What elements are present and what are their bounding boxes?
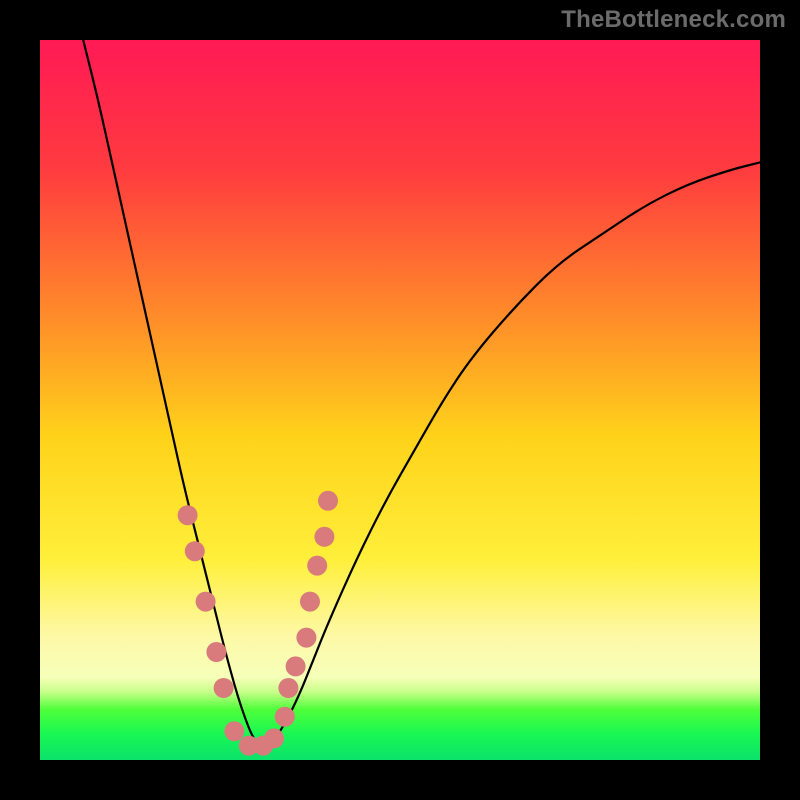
- data-marker: [300, 592, 320, 612]
- chart-frame: TheBottleneck.com: [0, 0, 800, 800]
- data-marker: [264, 728, 284, 748]
- data-marker: [275, 707, 295, 727]
- plot-area: [40, 40, 760, 760]
- data-marker: [278, 678, 298, 698]
- gradient-background: [40, 40, 760, 760]
- data-marker: [196, 592, 216, 612]
- data-marker: [185, 541, 205, 561]
- data-marker: [318, 491, 338, 511]
- data-marker: [296, 628, 316, 648]
- chart-svg: [40, 40, 760, 760]
- data-marker: [286, 656, 306, 676]
- data-marker: [224, 721, 244, 741]
- data-marker: [206, 642, 226, 662]
- data-marker: [178, 505, 198, 525]
- data-marker: [314, 527, 334, 547]
- data-marker: [214, 678, 234, 698]
- data-marker: [307, 556, 327, 576]
- watermark-text: TheBottleneck.com: [561, 6, 786, 34]
